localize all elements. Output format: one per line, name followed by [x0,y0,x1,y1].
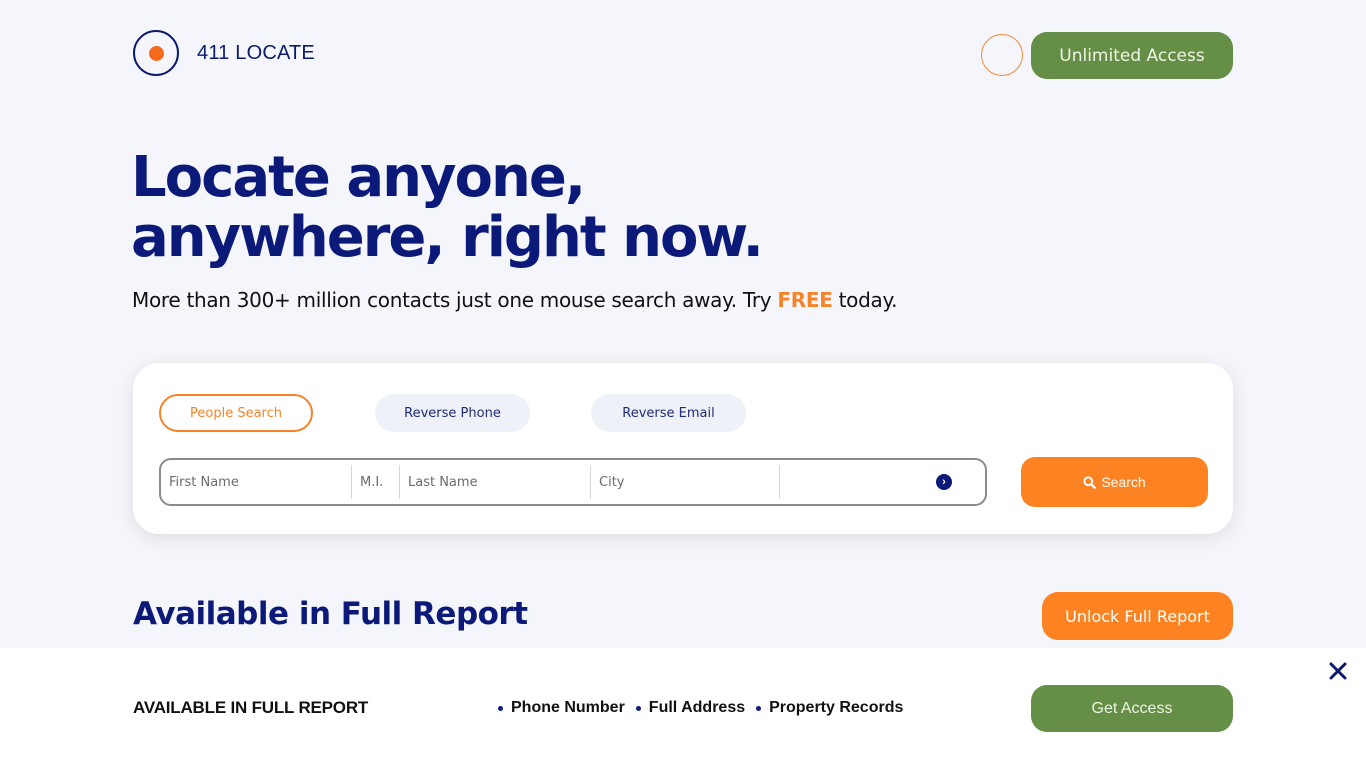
hero-subtitle-text: More than 300+ million contacts just one… [132,288,778,312]
hero-title: Locate anyone, anywhere, right now. [131,145,764,270]
logo[interactable]: 411 LOCATE [133,30,315,76]
site-header: 411 LOCATE Unlimited Access [133,30,1233,80]
feature-label: Full Address [648,699,746,716]
bullet-icon [635,705,641,711]
feature-label: Phone Number [511,699,625,716]
bullet-icon [756,705,762,711]
first-name-input[interactable] [161,465,351,499]
get-access-button[interactable]: Get Access [1031,685,1233,732]
hero-title-line2: anywhere, right now. [131,205,764,270]
last-name-input[interactable] [400,465,590,499]
hero-subtitle: More than 300+ million contacts just one… [132,288,898,312]
list-item: Phone Number [498,699,625,717]
unlock-full-report-button[interactable]: Unlock Full Report [1042,592,1233,640]
hero-title-line1: Locate anyone, [131,145,586,210]
logo-icon [133,30,179,76]
search-icon [1083,475,1097,489]
account-circle-button[interactable] [981,34,1023,76]
chevron-right-circle-icon: › [936,474,952,490]
bottom-bar-title: AVAILABLE IN FULL REPORT [133,698,369,717]
search-button[interactable]: Search [1021,457,1208,507]
unlimited-access-button[interactable]: Unlimited Access [1031,32,1233,79]
feature-label: Property Records [769,699,904,716]
close-icon [1329,662,1347,679]
middle-initial-input[interactable] [352,465,399,499]
tab-reverse-email[interactable]: Reverse Email [591,394,746,432]
close-button[interactable] [1327,660,1349,682]
city-input[interactable] [591,465,779,499]
report-section-title: Available in Full Report [133,596,528,632]
search-button-label: Search [1101,474,1146,490]
search-fields: › [159,458,987,506]
list-item: Property Records [756,699,903,717]
bullet-icon [498,705,503,711]
report-features-list: Phone Number Full Address Property Recor… [498,699,914,717]
state-select[interactable]: › [780,465,985,499]
list-item: Full Address [635,699,746,717]
free-highlight: FREE [777,288,833,312]
tab-reverse-phone[interactable]: Reverse Phone [375,394,530,432]
logo-text: 411 LOCATE [197,41,315,64]
sticky-bottom-bar: AVAILABLE IN FULL REPORT Phone Number Fu… [0,648,1366,768]
logo-dot [148,45,164,61]
search-card: People Search Reverse Phone Reverse Emai… [133,363,1233,534]
tab-people-search[interactable]: People Search [159,394,313,432]
hero-subtitle-end: today. [832,288,898,312]
